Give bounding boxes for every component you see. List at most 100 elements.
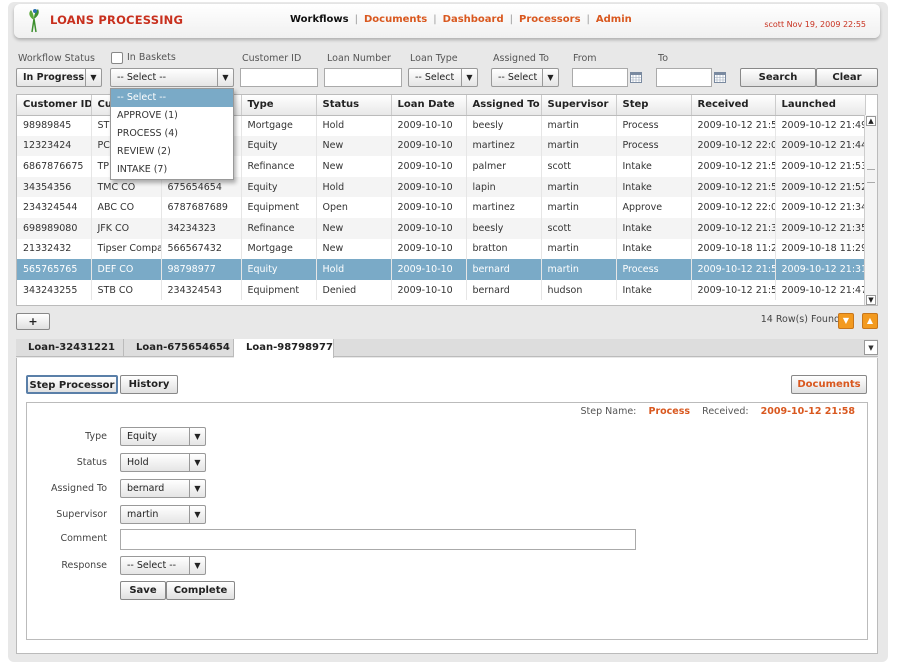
table-cell: Intake	[616, 156, 692, 177]
step-info: Step Name: Process Received: 2009-10-12 …	[580, 406, 856, 417]
table-cell: Equipment	[241, 197, 317, 218]
scroll-thumb[interactable]	[867, 169, 875, 183]
chevron-down-icon: ▼	[217, 69, 233, 86]
step-processor-form: Step Name: Process Received: 2009-10-12 …	[26, 402, 868, 640]
chevron-down-icon: ▼	[461, 69, 477, 86]
save-button[interactable]: Save	[120, 581, 166, 600]
logo-icon	[29, 9, 39, 33]
table-cell: DEF CO	[91, 259, 162, 280]
customer-id-input[interactable]	[240, 68, 318, 87]
column-header[interactable]: Status	[316, 95, 392, 116]
scroll-down-icon[interactable]: ▼	[866, 295, 876, 305]
calendar-icon[interactable]	[714, 72, 726, 83]
dropdown-option[interactable]: APPROVE (1)	[111, 107, 233, 125]
column-header[interactable]: Supervisor	[541, 95, 617, 116]
documents-button[interactable]: Documents	[791, 375, 867, 394]
table-scrollbar[interactable]: ▲ ▼	[864, 115, 877, 305]
type-select[interactable]: Equity ▼	[120, 427, 206, 446]
table-cell: beesly	[466, 217, 542, 239]
basket-select[interactable]: -- Select -- ▼	[110, 68, 234, 87]
table-cell: 2009-10-12 21:58	[691, 259, 776, 280]
table-cell: ABC CO	[91, 197, 162, 218]
supervisor-select[interactable]: martin ▼	[120, 505, 206, 524]
table-cell: martin	[541, 135, 617, 157]
table-cell: Mortgage	[241, 115, 317, 136]
tab-loan-675654654[interactable]: Loan-675654654	[124, 339, 234, 357]
workflow-status-select[interactable]: In Progress ▼	[16, 68, 102, 87]
table-cell: 2009-10-12 21:34	[775, 197, 866, 218]
column-header[interactable]: Launched	[775, 95, 866, 116]
comment-input[interactable]	[120, 529, 636, 550]
table-cell: 21332432	[17, 238, 92, 260]
in-baskets-checkbox[interactable]	[111, 52, 123, 64]
table-cell: 2009-10-10	[391, 279, 467, 301]
tab-loan-32431221[interactable]: Loan-32431221	[16, 339, 124, 357]
from-date-input[interactable]	[572, 68, 628, 87]
chevron-down-icon: ▼	[189, 454, 205, 471]
table-cell: Process	[616, 259, 692, 280]
column-header[interactable]: Received	[691, 95, 776, 116]
table-cell: 2009-10-12 21:47	[775, 279, 866, 301]
chevron-down-icon[interactable]: ▼	[838, 313, 854, 329]
dropdown-option[interactable]: REVIEW (2)	[111, 143, 233, 161]
table-row[interactable]: 698989080 JFK CO 34234323 Refinance New 2009-…	[17, 217, 866, 239]
nav-admin[interactable]: Admin	[596, 14, 632, 25]
table-cell: 2009-10-12 21:55	[691, 176, 776, 198]
dropdown-option[interactable]: INTAKE (7)	[111, 161, 233, 179]
table-cell: 2009-10-12 21:58	[691, 115, 776, 136]
table-cell: martin	[541, 238, 617, 260]
app-header: LOANS PROCESSING Workflows | Documents | Das…	[14, 4, 880, 38]
add-row-button[interactable]: +	[16, 313, 50, 330]
history-button[interactable]: History	[120, 375, 178, 394]
nav-documents[interactable]: Documents	[364, 14, 427, 25]
column-header[interactable]: Step	[616, 95, 692, 116]
loan-type-label: Loan Type	[410, 53, 458, 64]
table-row[interactable]: 565765765 DEF CO 98798977 Equity Hold 2009-10…	[17, 259, 866, 280]
response-select[interactable]: -- Select -- ▼	[120, 556, 206, 575]
table-row[interactable]: 21332432Tipser Compan566567432MortgageNe…	[17, 238, 866, 260]
search-button[interactable]: Search	[740, 68, 816, 87]
clear-button[interactable]: Clear	[816, 68, 878, 87]
to-date-input[interactable]	[656, 68, 712, 87]
table-cell: bernard	[466, 279, 542, 301]
chevron-down-icon: ▼	[189, 557, 205, 574]
dropdown-option[interactable]: -- Select --	[111, 89, 233, 107]
scroll-up-icon[interactable]: ▲	[866, 116, 876, 126]
table-cell: bratton	[466, 238, 542, 260]
status-select[interactable]: Hold ▼	[120, 453, 206, 472]
assigned-to-select[interactable]: -- Select ▼	[491, 68, 559, 87]
table-cell: 98989845	[17, 115, 92, 136]
customer-id-label: Customer ID	[242, 53, 302, 64]
column-header[interactable]: Customer ID	[17, 95, 92, 116]
loan-type-select[interactable]: -- Select ▼	[408, 68, 478, 87]
calendar-icon[interactable]	[630, 72, 642, 83]
to-label: To	[658, 53, 669, 64]
assigned-to-label: Assigned To	[493, 53, 549, 64]
user-info: scott Nov 19, 2009 22:55	[764, 20, 866, 29]
supervisor-label: Supervisor	[56, 509, 107, 520]
step-processor-button[interactable]: Step Processor	[26, 375, 118, 394]
dropdown-option[interactable]: PROCESS (4)	[111, 125, 233, 143]
column-header[interactable]: Type	[241, 95, 317, 116]
nav-processors[interactable]: Processors	[519, 14, 581, 25]
table-cell: 2009-10-10	[391, 156, 467, 177]
table-cell: 2009-10-12 21:35	[691, 217, 776, 239]
nav-dashboard[interactable]: Dashboard	[443, 14, 504, 25]
chevron-up-icon[interactable]: ▲	[862, 313, 878, 329]
table-cell: 2009-10-10	[391, 259, 467, 280]
tab-loan-98798977[interactable]: Loan-98798977	[234, 339, 334, 358]
column-header[interactable]: Assigned To	[466, 95, 542, 116]
table-cell: 6867876675	[17, 156, 92, 177]
table-row[interactable]: 343243255 STB CO 234324543 Equipment Denied 2…	[17, 279, 866, 301]
nav-workflows[interactable]: Workflows	[290, 14, 349, 25]
table-cell: 2009-10-12 21:52	[775, 176, 866, 198]
loan-number-input[interactable]	[324, 68, 402, 87]
chevron-down-icon[interactable]: ▼	[864, 340, 878, 355]
table-cell: 2009-10-12 21:35	[775, 217, 866, 239]
column-header[interactable]: Loan Date	[391, 95, 467, 116]
complete-button[interactable]: Complete	[166, 581, 235, 600]
table-cell: JFK CO	[91, 217, 162, 239]
table-row[interactable]: 234324544 ABC CO 6787687689 Equipment Open 20…	[17, 197, 866, 218]
app-title: LOANS PROCESSING	[50, 13, 184, 27]
assigned-to-form-select[interactable]: bernard ▼	[120, 479, 206, 498]
